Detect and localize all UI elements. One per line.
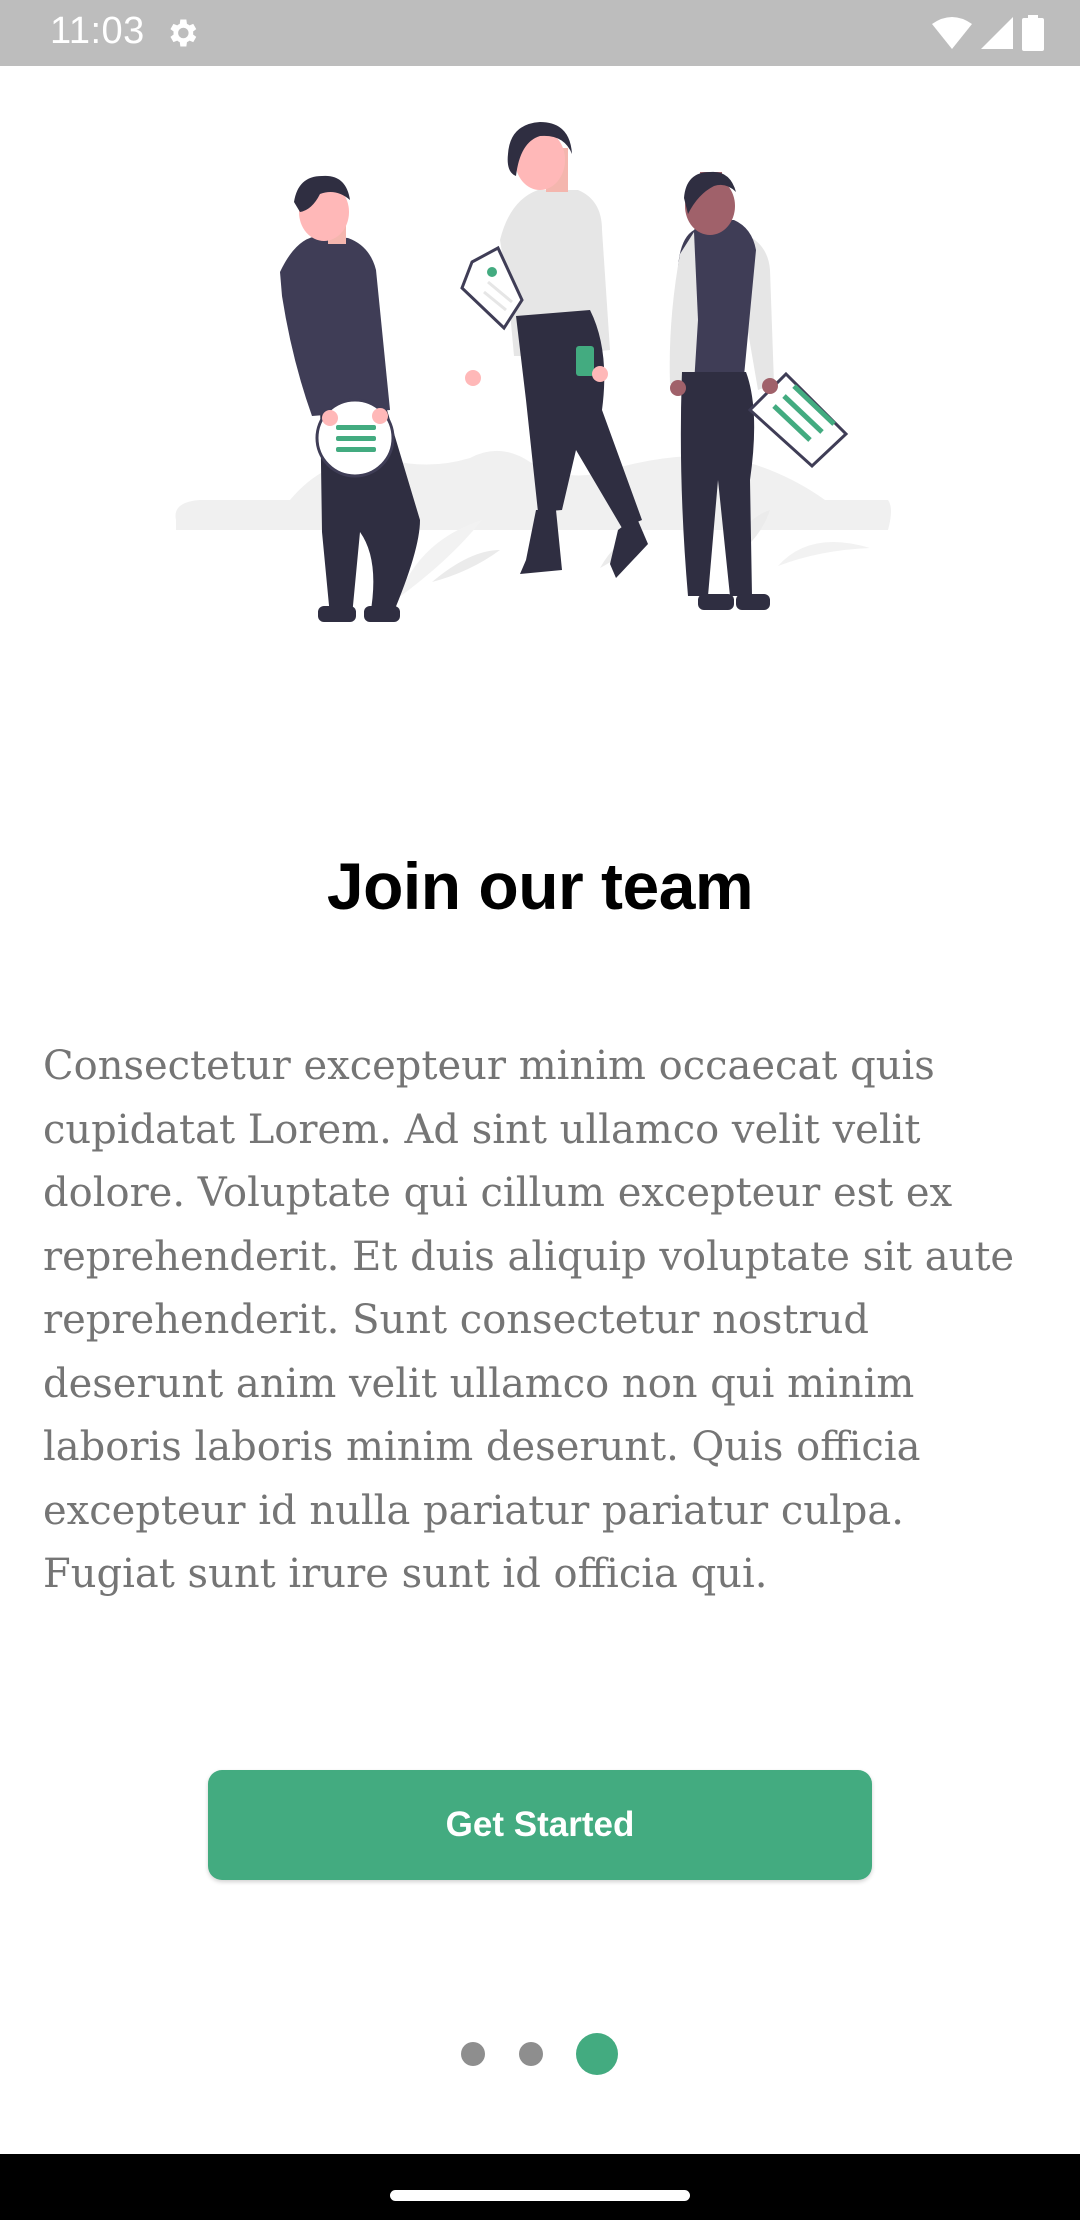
wifi-icon (932, 17, 972, 49)
page-dot-2[interactable] (519, 2042, 543, 2066)
onboarding-screen: 11:03 Join our team Consectetur excepteu… (0, 0, 1080, 2220)
get-started-button[interactable]: Get Started (208, 1770, 872, 1880)
team-people-illustration (175, 122, 891, 622)
status-bar: 11:03 (0, 0, 1080, 66)
page-dot-1[interactable] (461, 2042, 485, 2066)
home-gesture-handle[interactable] (390, 2190, 690, 2201)
gear-icon (170, 19, 197, 47)
page-title: Join our team (326, 849, 754, 923)
status-time: 11:03 (50, 10, 145, 52)
system-nav-bar (0, 2154, 1080, 2220)
status-icons (932, 14, 1044, 52)
description-text: Consectetur excepteur minim occaecat qui… (43, 1043, 1015, 1597)
page-indicator (0, 2033, 1080, 2075)
battery-icon (1022, 15, 1044, 51)
page-dot-active[interactable] (576, 2033, 618, 2075)
cell-signal-icon (981, 17, 1013, 49)
